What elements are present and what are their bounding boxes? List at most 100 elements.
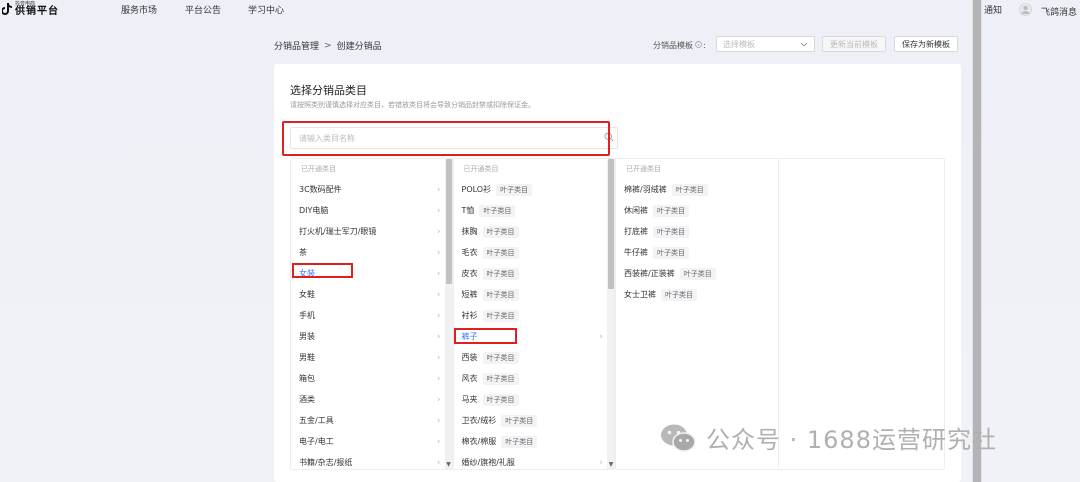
breadcrumb-current: 创建分销品	[336, 42, 382, 52]
chevron-right-icon: ›	[436, 373, 441, 384]
leaf-category-tag: 叶子类目	[501, 435, 538, 448]
category-row[interactable]: 打火机/瑞士军刀/眼镜 ›	[291, 221, 453, 242]
leaf-category-tag: 叶子类目	[482, 267, 519, 280]
category-row[interactable]: 休闲裤 叶子类目	[616, 200, 778, 221]
category-row[interactable]: 西装裤/正装裤 叶子类目	[616, 263, 778, 284]
scrollbar[interactable]: ▼	[444, 159, 453, 469]
category-row[interactable]: 男鞋 ›	[291, 347, 453, 368]
category-row[interactable]: 电子/电工 ›	[291, 431, 453, 452]
chevron-right-icon: ›	[436, 289, 441, 300]
category-row[interactable]: T恤 叶子类目	[454, 200, 616, 221]
search-placeholder: 请输入类目名称	[299, 133, 355, 143]
scroll-thumb[interactable]	[445, 159, 452, 284]
category-label: 3C数码配件	[299, 185, 342, 194]
category-row[interactable]: 马夹 叶子类目	[454, 389, 616, 410]
category-label: 西装裤/正装裤	[624, 269, 675, 278]
category-row[interactable]: 皮衣 叶子类目	[454, 263, 616, 284]
category-row[interactable]: POLO衫 叶子类目	[454, 179, 616, 200]
category-label: 女士卫裤	[624, 290, 656, 299]
category-row[interactable]: 打底裤 叶子类目	[616, 221, 778, 242]
leaf-category-tag: 叶子类目	[482, 351, 519, 364]
nav-service-market[interactable]: 服务市场	[121, 3, 157, 16]
category-column-level1: 已开通类目 3C数码配件 › DIY电脑 › 打火机/瑞士军刀/眼镜 › 茶 › 女装 › 女鞋 › 手…	[291, 159, 454, 469]
category-label: 皮衣	[461, 269, 478, 278]
category-label: 马夹	[461, 395, 478, 404]
leaf-category-tag: 叶子类目	[482, 393, 519, 406]
notify-label: 通知	[984, 6, 1003, 16]
category-row[interactable]: 婚纱/旗袍/礼服 ›	[454, 452, 616, 469]
category-row[interactable]: 箱包 ›	[291, 368, 453, 389]
category-row[interactable]: 男装 ›	[291, 326, 453, 347]
column-header: 已开通类目	[301, 165, 336, 173]
category-row[interactable]: 衬衫 叶子类目	[454, 305, 616, 326]
template-select[interactable]: 选择模板	[716, 36, 815, 52]
watermark-text: 公众号 · 1688运营研究社	[706, 426, 997, 454]
chevron-right-icon: ›	[436, 268, 441, 279]
category-row[interactable]: 3C数码配件 ›	[291, 179, 453, 200]
chevron-right-icon: ›	[436, 184, 441, 195]
nav-announcements[interactable]: 平台公告	[185, 3, 221, 16]
wechat-icon	[660, 423, 696, 453]
category-label: 箱包	[299, 374, 315, 383]
info-icon	[695, 41, 702, 50]
category-row[interactable]: 手机 ›	[291, 305, 453, 326]
feige-message-button[interactable]: 飞鸽消息	[1019, 3, 1077, 19]
category-label: 女鞋	[299, 290, 315, 299]
category-row[interactable]: 女装 ›	[291, 263, 453, 284]
category-row[interactable]: 棉衣/棉服 叶子类目	[454, 431, 616, 452]
feige-label: 飞鸽消息	[1041, 7, 1078, 18]
chevron-right-icon: ›	[436, 352, 441, 363]
category-label: 手机	[299, 311, 315, 320]
chevron-right-icon: ›	[436, 457, 441, 468]
breadcrumb: 分销品管理 > 创建分销品	[274, 39, 382, 53]
category-row[interactable]: 卫衣/绒衫 叶子类目	[454, 410, 616, 431]
scrollbar[interactable]: ▼	[607, 159, 615, 469]
category-row[interactable]: 女士卫裤 叶子类目	[616, 284, 778, 305]
category-row[interactable]: 短裤 叶子类目	[454, 284, 616, 305]
category-label: 电子/电工	[299, 437, 334, 446]
category-row[interactable]: 女鞋 ›	[291, 284, 453, 305]
category-row[interactable]: 五金/工具 ›	[291, 410, 453, 431]
scroll-down-arrow[interactable]: ▼	[445, 461, 453, 469]
template-label-text: 分销品模板	[653, 41, 693, 50]
category-row[interactable]: 酒类 ›	[291, 389, 453, 410]
chevron-right-icon: ›	[436, 226, 441, 237]
leaf-category-tag: 叶子类目	[653, 225, 689, 238]
card-title: 选择分销品类目	[290, 84, 367, 97]
page-scroll-thumb[interactable]	[973, 0, 981, 482]
category-label: 牛仔裤	[624, 248, 648, 257]
template-select-placeholder: 选择模板	[723, 39, 755, 49]
category-label: 婚纱/旗袍/礼服	[461, 458, 515, 467]
category-label: 休闲裤	[624, 206, 648, 215]
leaf-category-tag: 叶子类目	[653, 246, 689, 259]
category-row[interactable]: 棉裤/羽绒裤 叶子类目	[616, 179, 778, 200]
page-scrollbar[interactable]	[972, 0, 982, 482]
category-row[interactable]: 风衣 叶子类目	[454, 368, 616, 389]
category-row[interactable]: 抹胸 叶子类目	[454, 221, 616, 242]
category-row[interactable]: 西装 叶子类目	[454, 347, 616, 368]
category-label: 裤子	[461, 332, 478, 341]
logo[interactable]: 抖音电商 供销平台	[1, 0, 59, 18]
leaf-category-tag: 叶子类目	[496, 183, 533, 196]
template-label: 分销品模板 :	[653, 41, 706, 50]
leaf-category-tag: 叶子类目	[479, 204, 516, 217]
category-row[interactable]: 毛衣 叶子类目	[454, 242, 616, 263]
breadcrumb-parent[interactable]: 分销品管理	[274, 39, 319, 52]
nav-learning-center[interactable]: 学习中心	[248, 3, 284, 16]
category-row[interactable]: 裤子 ›	[454, 326, 616, 347]
leaf-category-tag: 叶子类目	[482, 309, 519, 322]
category-row[interactable]: 牛仔裤 叶子类目	[616, 242, 778, 263]
category-row[interactable]: 茶 ›	[291, 242, 453, 263]
scroll-down-arrow[interactable]: ▼	[607, 461, 615, 469]
save-template-button[interactable]: 保存为新模板	[894, 36, 958, 52]
category-search-input[interactable]: 请输入类目名称	[290, 127, 618, 149]
search-icon[interactable]	[604, 132, 614, 142]
watermark: 公众号 · 1688运营研究社	[660, 420, 997, 455]
category-row[interactable]: DIY电脑 ›	[291, 200, 453, 221]
category-row[interactable]: 书籍/杂志/报纸 ›	[291, 452, 453, 469]
category-label: 短裤	[461, 290, 478, 299]
category-label: 打火机/瑞士军刀/眼镜	[299, 227, 377, 236]
category-label: 衬衫	[461, 311, 478, 320]
update-template-button[interactable]: 更新当前模板	[822, 36, 886, 52]
scroll-thumb[interactable]	[608, 159, 614, 289]
